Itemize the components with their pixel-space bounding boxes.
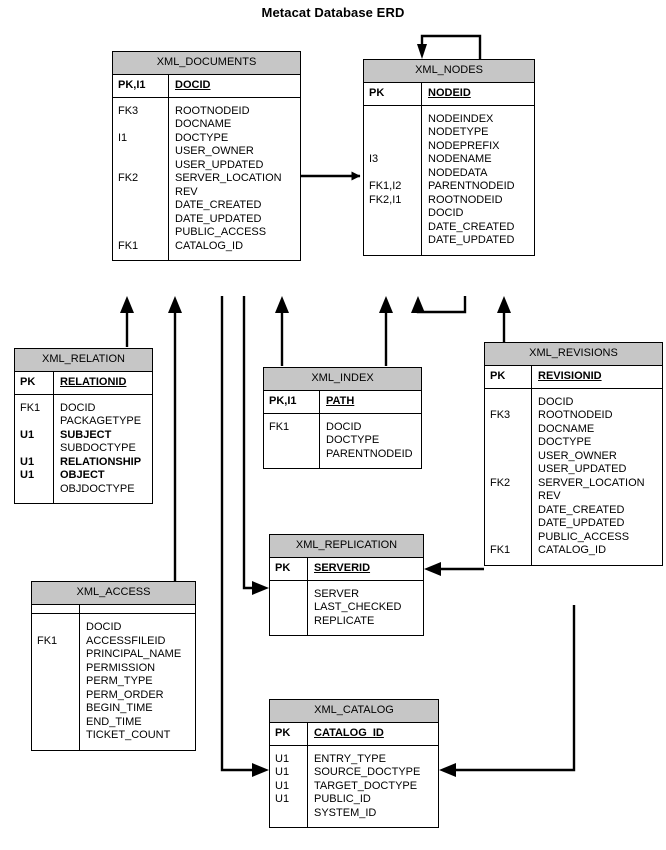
entity-pk-section: PK,I1 DOCID [113,75,300,98]
entity-title: XML_ACCESS [32,582,195,605]
pk-key: PK [275,562,291,574]
entity-attr-section: FK1 DOCID DOCTYPE PARENTNODEID [264,413,421,468]
pk-key: PK [490,370,506,382]
attr-keys: I3 FK1,I2 FK2,I1 [369,153,402,206]
pk-field [79,605,195,614]
pk-field: NODEID [421,83,534,105]
entity-attr-section: I3 FK1,I2 FK2,I1 NODEINDEX NODETYPE NODEPREF… [364,105,534,255]
entity-title: XML_INDEX [264,368,421,391]
pk-field: PATH [319,391,421,413]
entity-xml-access[interactable]: XML_ACCESS FK1 DOCID ACCESSFILEID PRINCIPA… [31,581,196,751]
attr-keys: FK1 [37,634,58,647]
erd-diagram: Metacat Database ERD XML_DOCUMENTS PK,I1… [0,0,666,850]
attr-fields: DOCID ROOTNODEID DOCNAME DOCTYPE USER_OWNER U… [531,388,662,565]
page-title: Metacat Database ERD [261,5,405,20]
pk-key [32,605,80,614]
connector-revisions-catalog [450,605,576,772]
entity-xml-revisions[interactable]: XML_REVISIONS PK REVISIONID FK3 FK2 FK1 DO… [484,342,663,566]
entity-xml-catalog[interactable]: XML_CATALOG PK CATALOG_ID U1 U1 U1 U1 ENTRY… [269,699,439,828]
attr-keys [270,581,308,636]
entity-xml-nodes[interactable]: XML_NODES PK NODEID I3 FK1,I2 FK2,I1 NODEI… [363,59,535,256]
entity-pk-section: PK CATALOG_ID [270,723,438,746]
connector-documents-catalog [220,296,258,772]
connector-nodes-self [420,34,482,59]
entity-attr-section: FK3 I1 FK2 FK1 ROOTNODEID DOCNAME DOCTYPE USER… [113,97,300,260]
attr-fields: DOCID ACCESSFILEID PRINCIPAL_NAME PERMISSIO… [79,614,195,750]
connector-nodes-bracket [416,296,467,314]
entity-xml-index[interactable]: XML_INDEX PK,I1 PATH FK1 DOCID DOCTYPE PAR… [263,367,422,469]
attr-fields: ROOTNODEID DOCNAME DOCTYPE USER_OWNER USER_U… [168,97,300,260]
entity-title: XML_REVISIONS [485,343,662,366]
attr-keys: FK3 FK2 FK1 [490,409,511,556]
entity-attr-section: FK3 FK2 FK1 DOCID ROOTNODEID DOCNAME DOCTYPE U… [485,388,662,565]
entity-pk-section: PK RELATIONID [15,372,152,395]
connector-nodes-self-arrowhead [417,44,427,59]
pk-field: REVISIONID [531,366,662,388]
attr-fields: SERVER LAST_CHECKED REPLICATE [307,580,423,635]
attr-keys: FK1 [269,420,290,433]
pk-key: PK [369,87,385,99]
entity-title: XML_DOCUMENTS [113,52,300,75]
entity-attr-section: U1 U1 U1 U1 ENTRY_TYPE SOURCE_DOCTYPE TARGET_… [270,745,438,827]
attr-keys: FK1 U1 U1 U1 [20,401,41,482]
pk-field: SERVERID [307,558,423,580]
entity-attr-section: FK1 DOCID ACCESSFILEID PRINCIPAL_NAME PERMI… [32,614,195,750]
entity-xml-replication[interactable]: XML_REPLICATION PK SERVERID SERVER LAST_C… [269,534,424,636]
entity-pk-section: PK REVISIONID [485,366,662,389]
attr-fields: DOCID PACKAGETYPE SUBJECT SUBDOCTYPE RELATIO… [53,394,152,503]
attr-keys: FK3 I1 FK2 FK1 [118,104,139,252]
entity-title: XML_REPLICATION [270,535,423,558]
entity-pk-section: PK SERVERID [270,558,423,581]
entity-pk-section: PK,I1 PATH [264,391,421,414]
attr-fields: DOCID DOCTYPE PARENTNODEID [319,413,421,468]
entity-xml-relation[interactable]: XML_RELATION PK RELATIONID FK1 U1 U1 U1 DOC… [14,348,153,504]
entity-xml-documents[interactable]: XML_DOCUMENTS PK,I1 DOCID FK3 I1 FK2 FK1 RO… [112,51,301,261]
entity-pk-section: PK NODEID [364,83,534,106]
pk-field: DOCID [168,75,300,97]
pk-field: CATALOG_ID [307,723,438,745]
connector-documents-replication [242,296,258,590]
pk-key: PK,I1 [269,395,297,407]
attr-fields: ENTRY_TYPE SOURCE_DOCTYPE TARGET_DOCTYPE PU… [307,745,438,827]
entity-title: XML_CATALOG [270,700,438,723]
entity-title: XML_RELATION [15,349,152,372]
entity-attr-section: FK1 U1 U1 U1 DOCID PACKAGETYPE SUBJECT SUBDOCT… [15,394,152,503]
attr-fields: NODEINDEX NODETYPE NODEPREFIX NODENAME NODED… [421,105,534,255]
pk-key: PK [275,727,291,739]
entity-title: XML_NODES [364,60,534,83]
pk-key: PK [20,376,36,388]
pk-field: RELATIONID [53,372,152,394]
pk-key: PK,I1 [118,79,146,91]
entity-pk-section [32,605,195,614]
attr-keys: U1 U1 U1 U1 [275,752,290,806]
entity-attr-section: SERVER LAST_CHECKED REPLICATE [270,580,423,636]
